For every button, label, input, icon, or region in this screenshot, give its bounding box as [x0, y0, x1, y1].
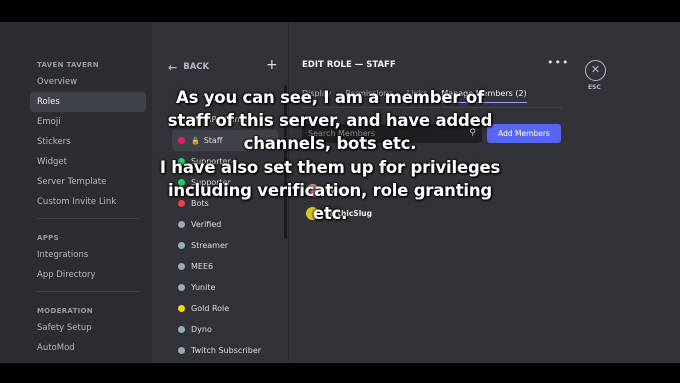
sidebar-item-app-directory[interactable]: App Directory — [30, 265, 146, 285]
sidebar-item-roles[interactable]: Roles — [30, 92, 146, 112]
role-name: MEE6 — [191, 262, 214, 271]
role-color-dot — [178, 347, 185, 354]
sidebar-section-title: MODERATION — [37, 307, 93, 315]
discord-settings-window: TAVEN TAVERN Overview Roles Emoji Stickers Wi… — [0, 22, 680, 363]
sidebar-item-safety-setup[interactable]: Safety Setup — [30, 318, 146, 338]
role-color-dot — [178, 263, 185, 270]
settings-sidebar: TAVEN TAVERN Overview Roles Emoji Stickers Wi… — [30, 58, 146, 363]
caption-line: staff of this server, and have added — [167, 111, 493, 130]
role-item-mee6[interactable]: MEE6 — [172, 256, 278, 277]
sidebar-item-widget[interactable]: Widget — [30, 152, 146, 172]
arrow-left-icon: ← — [168, 60, 178, 74]
sidebar-section-title: APPS — [37, 234, 59, 242]
role-item-gold-role[interactable]: Gold Role — [172, 298, 278, 319]
role-color-dot — [178, 242, 185, 249]
role-item-streamer[interactable]: Streamer — [172, 235, 278, 256]
back-button[interactable]: ← BACK — [168, 60, 209, 74]
sidebar-divider — [36, 218, 140, 219]
role-color-dot — [178, 305, 185, 312]
role-color-dot — [178, 326, 185, 333]
back-label: BACK — [183, 62, 210, 72]
caption-line: including verification, role granting — [167, 181, 493, 200]
role-item-twitch-subscriber[interactable]: Twitch Subscriber — [172, 340, 278, 361]
role-name: Dyno — [191, 325, 212, 334]
close-icon[interactable]: ✕ — [585, 60, 606, 81]
sidebar-item-automod[interactable]: AutoMod — [30, 338, 146, 358]
role-name: Streamer — [191, 241, 229, 250]
create-role-plus-icon[interactable]: + — [266, 57, 278, 73]
sidebar-item-emoji[interactable]: Emoji — [30, 112, 146, 132]
role-item-yunite[interactable]: Yunite — [172, 277, 278, 298]
caption-line: etc. — [312, 204, 348, 223]
caption-line: As you can see, I am a member of — [176, 88, 484, 107]
video-caption-block-1: As you can see, I am a member of staff o… — [150, 86, 510, 155]
sidebar-item-stickers[interactable]: Stickers — [30, 132, 146, 152]
sidebar-section-title: TAVEN TAVERN — [37, 61, 99, 69]
sidebar-item-server-template[interactable]: Server Template — [30, 172, 146, 192]
more-options-icon[interactable]: ••• — [547, 56, 569, 69]
sidebar-item-integrations[interactable]: Integrations — [30, 245, 146, 265]
sidebar-item-overview[interactable]: Overview — [30, 72, 146, 92]
video-caption-block-2: I have also set them up for privileges i… — [150, 156, 510, 225]
edit-role-title: EDIT ROLE — STAFF — [302, 60, 396, 70]
esc-label: ESC — [588, 84, 601, 91]
sidebar-item-custom-invite-link[interactable]: Custom Invite Link — [30, 192, 146, 212]
caption-line: I have also set them up for privileges — [159, 158, 501, 177]
sidebar-divider — [36, 291, 140, 292]
role-item-dyno[interactable]: Dyno — [172, 319, 278, 340]
role-name: Twitch Subscriber — [191, 346, 262, 355]
role-name: Yunite — [191, 283, 216, 292]
sidebar-item-audit-log[interactable]: Audit Log — [30, 358, 146, 363]
caption-line: channels, bots etc. — [243, 134, 417, 153]
role-color-dot — [178, 284, 185, 291]
role-name: Gold Role — [191, 304, 230, 313]
